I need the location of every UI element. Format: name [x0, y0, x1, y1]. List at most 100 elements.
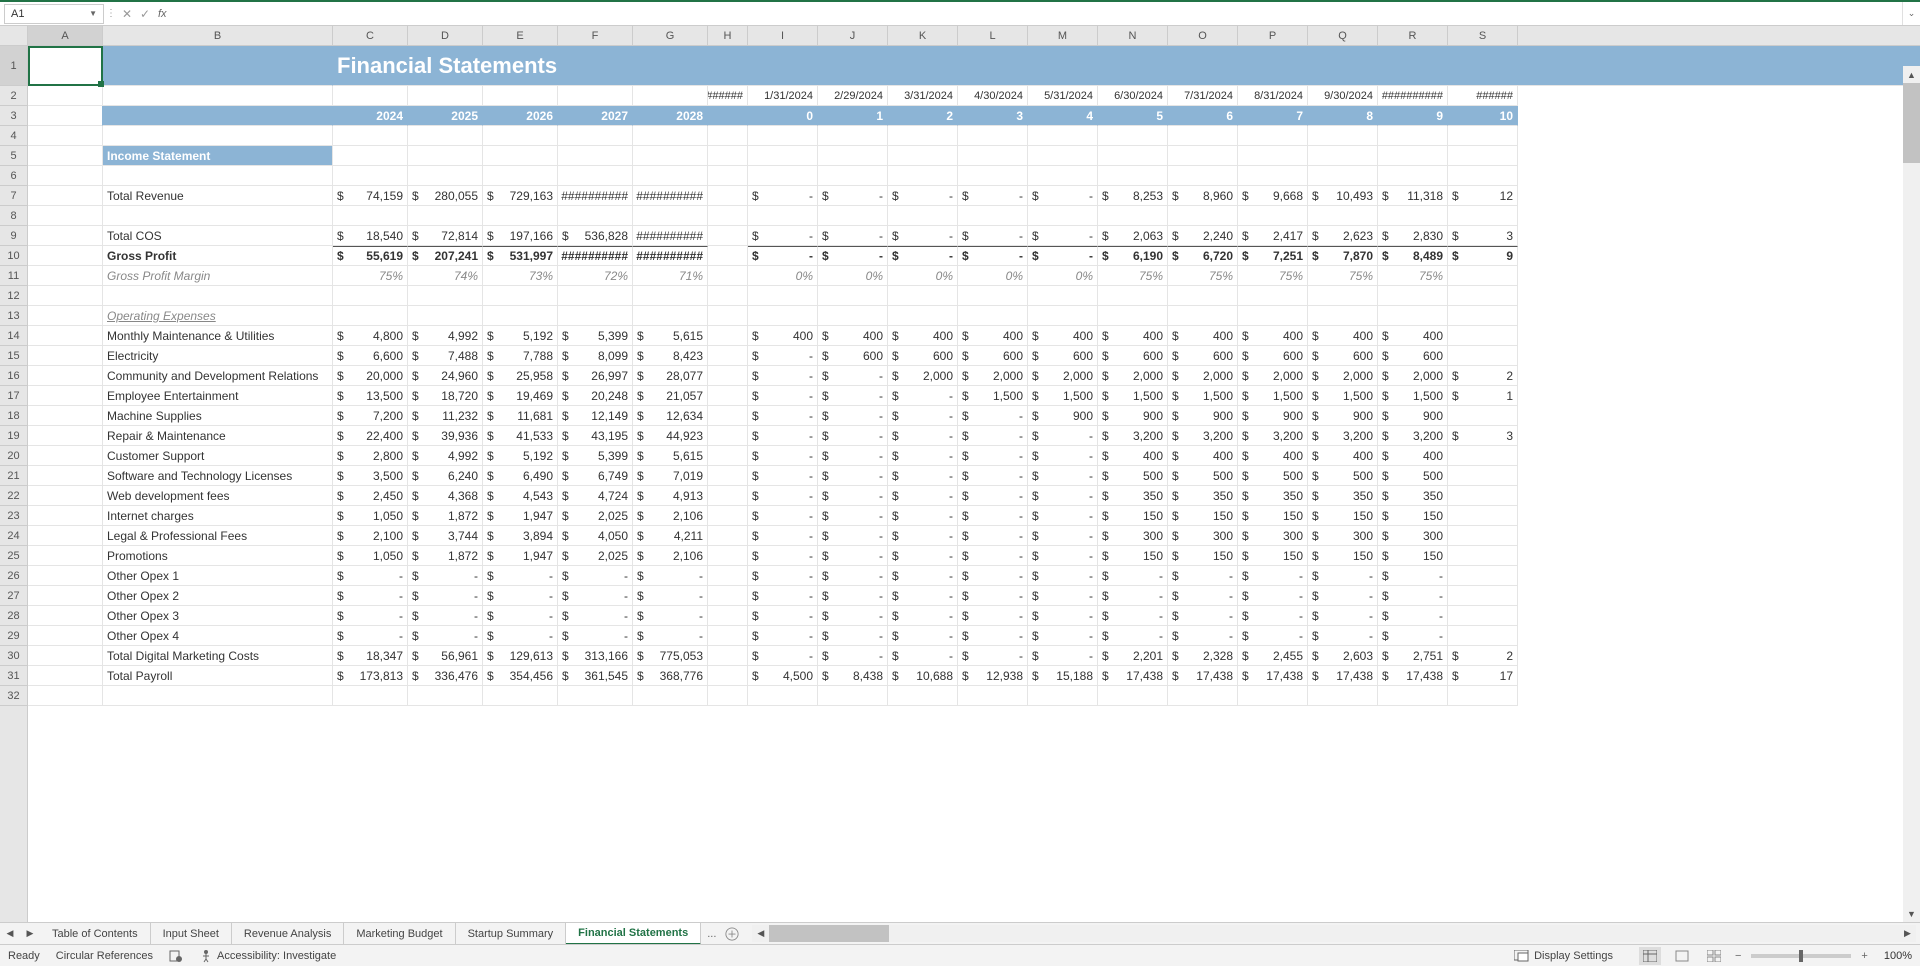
data-cell[interactable]: [558, 86, 633, 106]
data-cell[interactable]: $-: [1378, 606, 1448, 626]
data-cell[interactable]: $19,469: [483, 386, 558, 406]
data-cell[interactable]: [888, 206, 958, 226]
data-cell[interactable]: $368,776: [633, 666, 708, 686]
row-header-9[interactable]: 9: [0, 226, 27, 246]
data-cell[interactable]: [1448, 546, 1518, 566]
data-cell[interactable]: $-: [888, 406, 958, 426]
data-cell[interactable]: 75%: [1308, 266, 1378, 286]
data-cell[interactable]: $3,200: [1308, 426, 1378, 446]
data-cell[interactable]: [1168, 306, 1238, 326]
data-cell[interactable]: $-: [888, 446, 958, 466]
data-cell[interactable]: [818, 686, 888, 706]
data-cell[interactable]: [333, 286, 408, 306]
data-cell[interactable]: $400: [1308, 446, 1378, 466]
data-cell[interactable]: $500: [1168, 466, 1238, 486]
data-cell[interactable]: Machine Supplies: [103, 406, 333, 426]
data-cell[interactable]: [708, 286, 748, 306]
data-cell[interactable]: [28, 426, 103, 446]
data-cell[interactable]: $-: [1028, 226, 1098, 246]
data-cell[interactable]: [708, 466, 748, 486]
data-cell[interactable]: $400: [748, 326, 818, 346]
data-cell[interactable]: $4,500: [748, 666, 818, 686]
data-cell[interactable]: [958, 206, 1028, 226]
data-cell[interactable]: 2: [888, 106, 958, 126]
data-cell[interactable]: [708, 406, 748, 426]
data-cell[interactable]: $-: [748, 626, 818, 646]
data-cell[interactable]: 3: [958, 106, 1028, 126]
data-cell[interactable]: [1448, 346, 1518, 366]
data-cell[interactable]: $-: [1028, 246, 1098, 266]
data-cell[interactable]: $7,200: [333, 406, 408, 426]
data-cell[interactable]: [103, 286, 333, 306]
data-cell[interactable]: $300: [1308, 526, 1378, 546]
data-cell[interactable]: $900: [1168, 406, 1238, 426]
data-cell[interactable]: 72%: [558, 266, 633, 286]
data-cell[interactable]: $-: [1028, 526, 1098, 546]
data-cell[interactable]: $-: [818, 546, 888, 566]
data-cell[interactable]: [1308, 206, 1378, 226]
data-cell[interactable]: [1448, 686, 1518, 706]
data-cell[interactable]: $-: [818, 466, 888, 486]
data-cell[interactable]: $-: [818, 606, 888, 626]
data-cell[interactable]: [103, 166, 333, 186]
zoom-out-button[interactable]: −: [1735, 950, 1741, 962]
column-header-K[interactable]: K: [888, 26, 958, 45]
data-cell[interactable]: $1,947: [483, 506, 558, 526]
data-cell[interactable]: $-: [958, 246, 1028, 266]
data-cell[interactable]: $2,000: [888, 366, 958, 386]
data-cell[interactable]: $-: [558, 566, 633, 586]
data-cell[interactable]: 0%: [748, 266, 818, 286]
sheet-tab[interactable]: Startup Summary: [456, 923, 567, 945]
data-cell[interactable]: $1,050: [333, 506, 408, 526]
data-cell[interactable]: $-: [1028, 606, 1098, 626]
data-cell[interactable]: $600: [1098, 346, 1168, 366]
data-cell[interactable]: $1,947: [483, 546, 558, 566]
data-cell[interactable]: $-: [1098, 566, 1168, 586]
data-cell[interactable]: $-: [633, 566, 708, 586]
formula-input[interactable]: [167, 4, 1902, 24]
data-cell[interactable]: $-: [483, 586, 558, 606]
data-cell[interactable]: $400: [818, 326, 888, 346]
data-cell[interactable]: [408, 126, 483, 146]
data-cell[interactable]: [103, 206, 333, 226]
data-cell[interactable]: $2,450: [333, 486, 408, 506]
data-cell[interactable]: $-: [958, 626, 1028, 646]
data-cell[interactable]: $-: [818, 486, 888, 506]
data-cell[interactable]: $6,749: [558, 466, 633, 486]
data-cell[interactable]: [1028, 686, 1098, 706]
data-cell[interactable]: [1168, 686, 1238, 706]
data-cell[interactable]: $18,720: [408, 386, 483, 406]
data-cell[interactable]: $-: [958, 406, 1028, 426]
data-cell[interactable]: [1378, 166, 1448, 186]
data-cell[interactable]: [633, 686, 708, 706]
data-cell[interactable]: $4,050: [558, 526, 633, 546]
data-cell[interactable]: [1448, 586, 1518, 606]
data-cell[interactable]: [1448, 566, 1518, 586]
data-cell[interactable]: $350: [1238, 486, 1308, 506]
data-cell[interactable]: $-: [1168, 566, 1238, 586]
data-cell[interactable]: $8,438: [818, 666, 888, 686]
data-cell[interactable]: $-: [558, 626, 633, 646]
data-cell[interactable]: $900: [1028, 406, 1098, 426]
data-cell[interactable]: ##########: [708, 86, 748, 106]
data-cell[interactable]: [28, 386, 103, 406]
data-cell[interactable]: $2,830: [1378, 226, 1448, 246]
data-cell[interactable]: ######: [1448, 86, 1518, 106]
column-header-L[interactable]: L: [958, 26, 1028, 45]
data-cell[interactable]: $-: [958, 446, 1028, 466]
data-cell[interactable]: $13,500: [333, 386, 408, 406]
data-cell[interactable]: $-: [1028, 506, 1098, 526]
data-cell[interactable]: [633, 166, 708, 186]
data-cell[interactable]: [483, 206, 558, 226]
data-cell[interactable]: $775,053: [633, 646, 708, 666]
data-cell[interactable]: $20,248: [558, 386, 633, 406]
sheet-tab[interactable]: Input Sheet: [151, 923, 232, 945]
data-cell[interactable]: $-: [748, 346, 818, 366]
data-cell[interactable]: $-: [633, 586, 708, 606]
data-cell[interactable]: $2,751: [1378, 646, 1448, 666]
data-cell[interactable]: $500: [1308, 466, 1378, 486]
row-header-23[interactable]: 23: [0, 506, 27, 526]
data-cell[interactable]: 8: [1308, 106, 1378, 126]
data-cell[interactable]: [28, 206, 103, 226]
data-cell[interactable]: 5/31/2024: [1028, 86, 1098, 106]
